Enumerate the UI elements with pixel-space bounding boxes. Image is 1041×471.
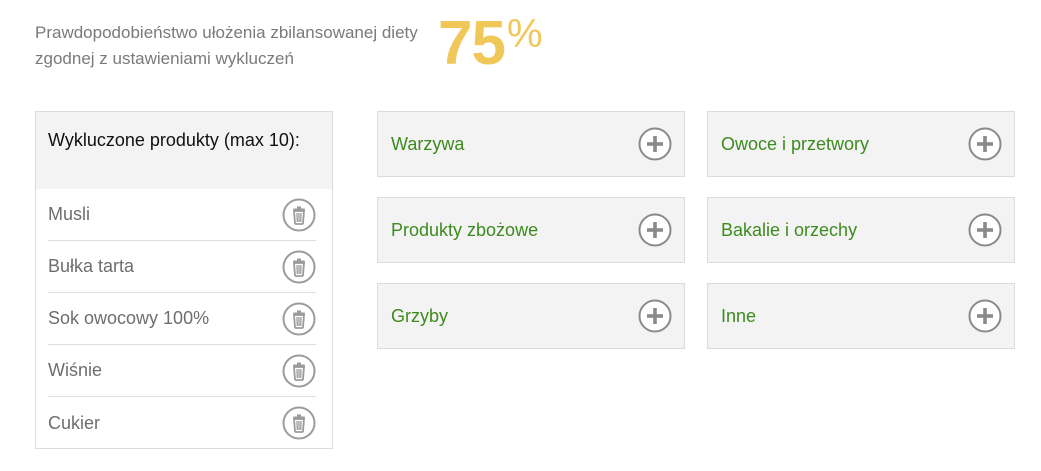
- probability-number: 75: [438, 9, 506, 78]
- category-warzywa[interactable]: Warzywa: [377, 111, 685, 177]
- probability-unit: %: [506, 12, 543, 56]
- category-produkty-zbozowe[interactable]: Produkty zbożowe: [377, 197, 685, 263]
- plus-circle-icon[interactable]: [968, 299, 1002, 333]
- category-label: Owoce i przetwory: [721, 133, 870, 154]
- probability-text: Prawdopodobieństwo ułożenia zbilansowane…: [35, 23, 418, 68]
- category-label: Inne: [721, 305, 757, 326]
- category-bakalie-i-orzechy[interactable]: Bakalie i orzechy: [707, 197, 1015, 263]
- excluded-item: Bułka tarta: [48, 241, 316, 293]
- excluded-item-label: Cukier: [48, 412, 101, 433]
- category-label: Produkty zbożowe: [391, 219, 539, 240]
- excluded-item: Cukier: [48, 397, 316, 449]
- excluded-products-list: Musli Bułka tarta Sok owocowy 100% Wiśni…: [36, 189, 332, 449]
- trash-icon[interactable]: [282, 406, 316, 440]
- excluded-item-label: Bułka tarta: [48, 256, 135, 276]
- trash-icon[interactable]: [282, 302, 316, 336]
- excluded-item: Wiśnie: [48, 345, 316, 397]
- excluded-products-header: Wykluczone produkty (max 10):: [36, 112, 332, 189]
- excluded-item-label: Musli: [48, 204, 91, 224]
- excluded-item: Sok owocowy 100%: [48, 293, 316, 345]
- category-grzyby[interactable]: Grzyby: [377, 283, 685, 349]
- excluded-item-label: Sok owocowy 100%: [48, 308, 210, 328]
- category-inne[interactable]: Inne: [707, 283, 1015, 349]
- category-label: Warzywa: [391, 133, 465, 154]
- excluded-item: Musli: [48, 189, 316, 241]
- category-owoce-i-przetwory[interactable]: Owoce i przetwory: [707, 111, 1015, 177]
- trash-icon[interactable]: [282, 198, 316, 232]
- trash-icon[interactable]: [282, 354, 316, 388]
- plus-circle-icon[interactable]: [968, 213, 1002, 247]
- plus-circle-icon[interactable]: [968, 127, 1002, 161]
- excluded-products-panel: Wykluczone produkty (max 10): Musli Bułk…: [35, 111, 333, 449]
- plus-circle-icon[interactable]: [638, 127, 672, 161]
- category-label: Grzyby: [391, 305, 449, 326]
- trash-icon[interactable]: [282, 250, 316, 284]
- category-label: Bakalie i orzechy: [721, 219, 858, 240]
- plus-circle-icon[interactable]: [638, 299, 672, 333]
- probability-value: 75%: [438, 6, 543, 82]
- plus-circle-icon[interactable]: [638, 213, 672, 247]
- excluded-item-label: Wiśnie: [48, 360, 103, 380]
